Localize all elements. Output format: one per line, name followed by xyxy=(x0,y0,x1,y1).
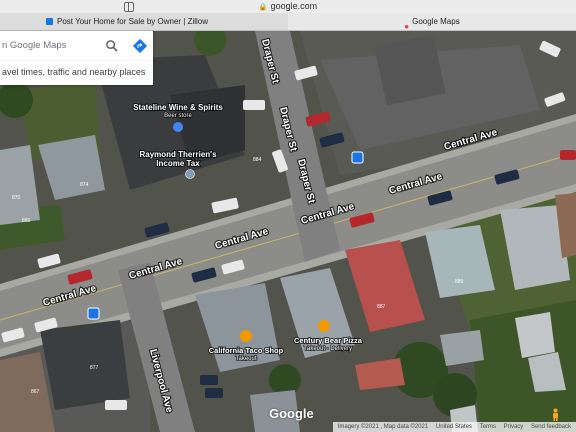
building-number: 887 xyxy=(377,304,386,310)
building-number: 877 xyxy=(90,365,99,371)
place-pin-icon xyxy=(185,169,195,179)
building-number: 884 xyxy=(253,157,262,163)
imagery-attribution: Imagery ©2021 , Map data ©2021 xyxy=(337,424,429,430)
building-number: 866 xyxy=(22,218,31,224)
search-box[interactable]: n Google Maps xyxy=(0,31,153,61)
tab-zillow[interactable]: Post Your Home for Sale by Owner | Zillo… xyxy=(34,13,284,30)
map-canvas[interactable]: Central Ave Central Ave Central Ave Cent… xyxy=(0,31,576,432)
tab-bar: Post Your Home for Sale by Owner | Zillo… xyxy=(0,13,576,31)
address-bar: 🔒 google.com xyxy=(0,0,576,13)
poi-name: California Taco Shop xyxy=(209,346,284,355)
poi-category: Income Tax xyxy=(156,159,200,168)
restaurant-icon xyxy=(240,330,252,342)
lock-icon: 🔒 xyxy=(258,4,268,11)
directions-icon[interactable] xyxy=(133,39,147,53)
travel-info-strip[interactable]: avel times, traffic and nearby places xyxy=(0,61,153,85)
building-number: 874 xyxy=(80,182,89,188)
restaurant-icon xyxy=(318,320,330,332)
bus-stop-icon[interactable] xyxy=(87,307,100,320)
satellite-map[interactable]: Central Ave Central Ave Central Ave Cent… xyxy=(0,31,576,432)
search-input[interactable]: n Google Maps xyxy=(2,40,66,51)
poi-category: Takeout xyxy=(235,356,256,362)
google-logo: Google xyxy=(269,406,314,421)
shopping-bag-icon xyxy=(173,122,183,132)
poi-category: Takeout · Delivery xyxy=(304,346,352,352)
poi-name: Century Bear Pizza xyxy=(294,336,363,345)
poi-category: Beer store xyxy=(164,113,192,119)
tab-google-maps[interactable]: ●Google Maps xyxy=(288,13,576,32)
terms-link[interactable]: Terms xyxy=(480,424,496,430)
country-link[interactable]: United States xyxy=(436,424,472,430)
travel-info-text: avel times, traffic and nearby places xyxy=(2,67,146,77)
url-field[interactable]: 🔒 google.com xyxy=(0,0,576,13)
building-number: 867 xyxy=(31,389,40,395)
maps-pin-favicon-icon: ● xyxy=(404,22,410,32)
privacy-link[interactable]: Privacy xyxy=(504,424,524,430)
zillow-favicon-icon xyxy=(46,18,53,26)
building-number: 889 xyxy=(455,279,464,285)
tab-title: Google Maps xyxy=(412,17,460,26)
tab-title: Post Your Home for Sale by Owner | Zillo… xyxy=(57,17,209,26)
poi-name: Stateline Wine & Spirits xyxy=(133,103,223,112)
url-text: google.com xyxy=(270,1,318,11)
building-number: 870 xyxy=(12,195,21,201)
send-feedback-link[interactable]: Send feedback xyxy=(531,424,571,430)
pegman-icon[interactable] xyxy=(551,408,560,421)
search-icon[interactable] xyxy=(105,39,118,52)
bus-stop-icon[interactable] xyxy=(351,151,364,164)
map-footer: Imagery ©2021 , Map data ©2021 United St… xyxy=(332,422,576,432)
poi-name: Raymond Therrien's xyxy=(139,150,217,159)
